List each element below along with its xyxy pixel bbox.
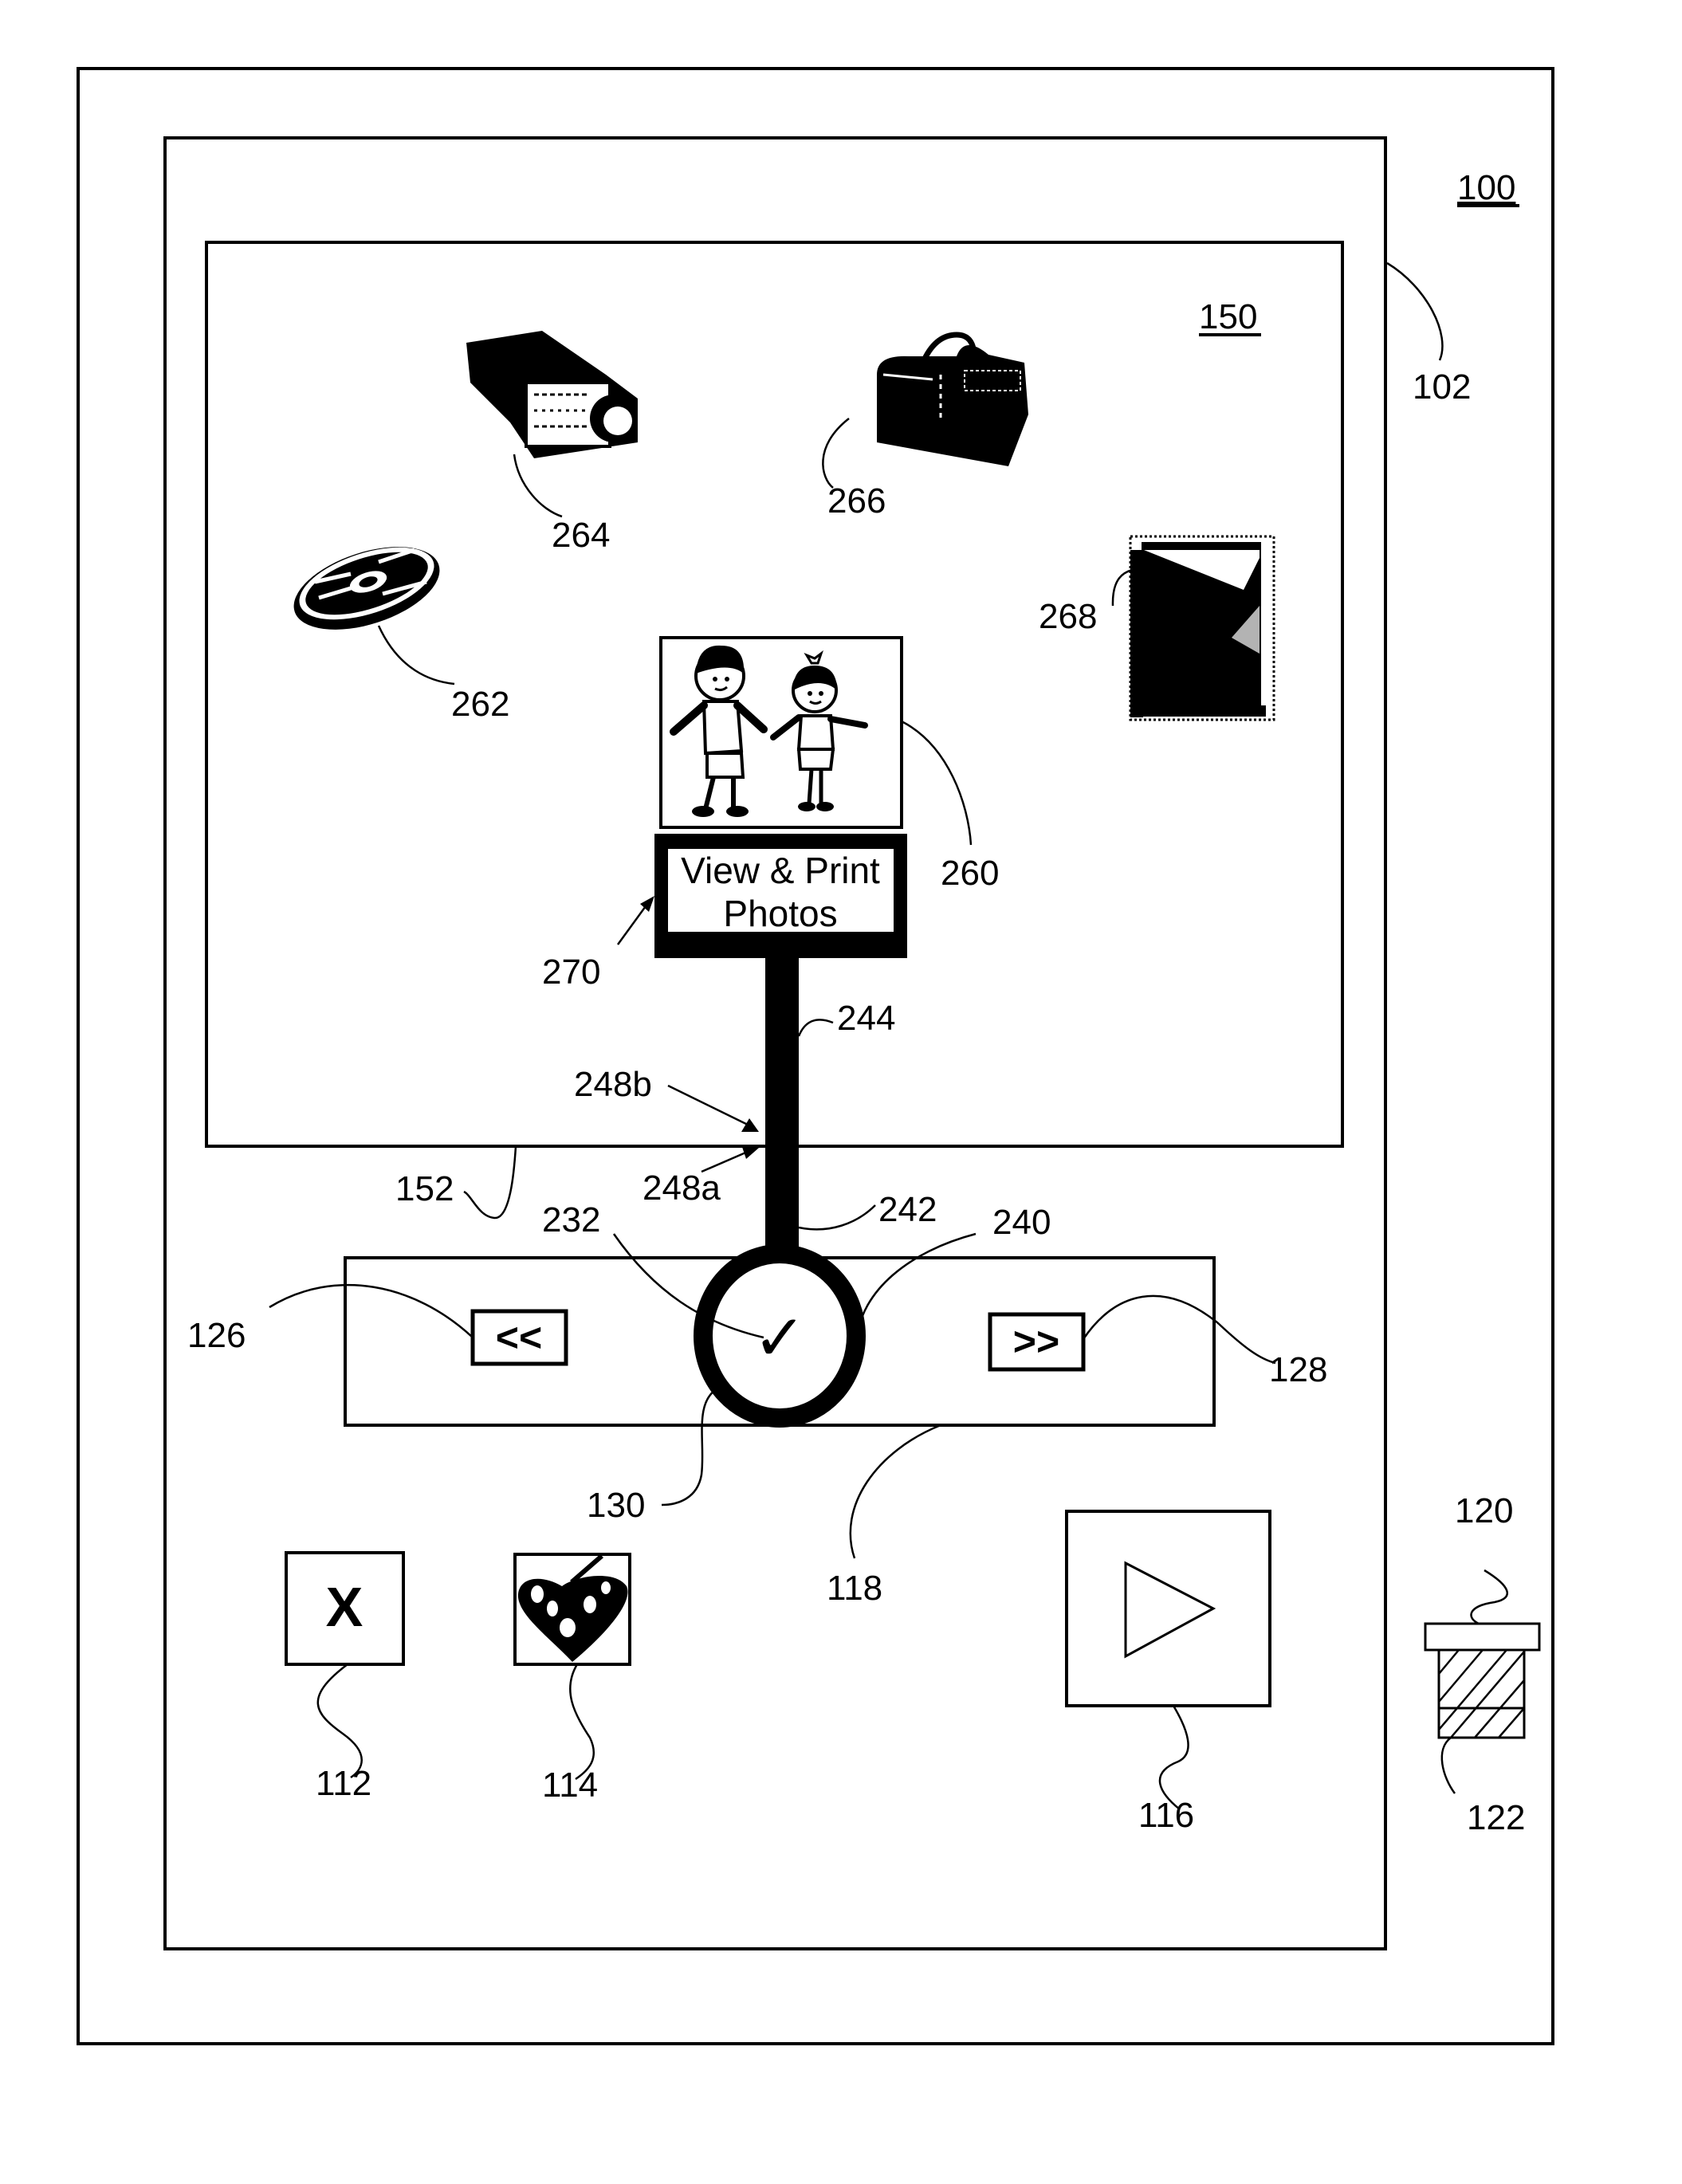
leader-262 [377,625,455,685]
previous-button-label: << [496,1315,542,1360]
view-print-photos-label[interactable]: View & Print Photos [654,834,907,958]
art-palette-button[interactable] [513,1553,631,1666]
leader-128 [1082,1294,1276,1365]
ref-126: 126 [187,1316,246,1355]
ref-266: 266 [827,481,886,520]
ref-152: 152 [395,1169,454,1208]
ref-260: 260 [941,854,999,893]
ref-100: 100 [1457,168,1515,207]
previous-button[interactable]: << [470,1309,568,1366]
ref-264: 264 [552,516,610,555]
leader-102 [1386,261,1444,361]
leader-268 [1111,568,1133,607]
ref-130: 130 [587,1486,645,1525]
toolbox-icon[interactable] [877,332,1028,466]
ref-232: 232 [542,1200,600,1239]
selection-wheel[interactable]: ✓ [694,1244,866,1428]
ref-128: 128 [1269,1350,1327,1389]
next-button[interactable]: >> [988,1312,1086,1372]
ref-112: 112 [316,1764,371,1803]
leader-126 [269,1283,474,1338]
selector-stem [765,956,799,1263]
leader-120 [1470,1569,1508,1625]
leader-242 [798,1204,876,1231]
projector-icon[interactable] [466,331,638,458]
ref-262: 262 [451,685,509,724]
leader-240 [855,1232,977,1340]
close-button[interactable]: X [285,1551,405,1666]
port-connector[interactable] [1424,1622,1541,1739]
ref-122: 122 [1467,1798,1525,1837]
leader-122 [1440,1737,1456,1794]
ref-114: 114 [542,1766,598,1805]
leader-130 [661,1387,718,1506]
ref-268: 268 [1039,597,1097,636]
leader-152 [463,1145,517,1220]
checkmark-icon: ✓ [753,1301,806,1375]
ref-270: 270 [542,953,600,992]
arrow-248b [667,1084,750,1127]
arrow-248a [701,1149,750,1173]
leader-260 [901,720,973,846]
leader-118 [849,1424,941,1559]
ref-240: 240 [992,1203,1051,1242]
kids-picture-icon[interactable] [659,636,903,829]
close-icon: X [326,1576,364,1638]
ref-248a: 248a [643,1169,721,1208]
label-line2: Photos [723,893,837,934]
ref-244: 244 [837,999,895,1038]
ref-150: 150 [1199,297,1257,336]
play-button[interactable] [1065,1510,1271,1707]
ref-102: 102 [1413,367,1471,407]
outer-boundary [77,67,1554,2045]
disc-icon[interactable] [284,531,450,646]
ref-118: 118 [827,1569,882,1608]
ref-248b: 248b [574,1065,652,1104]
leader-114 [569,1664,595,1781]
ref-242: 242 [878,1190,937,1229]
leader-264 [513,454,563,518]
leader-112 [316,1664,363,1779]
photo-icon[interactable] [1129,535,1275,721]
label-line1: View & Print [681,850,880,891]
next-button-label: >> [1013,1319,1059,1364]
ref-120: 120 [1455,1491,1513,1530]
ref-116: 116 [1138,1796,1194,1835]
leader-116 [1158,1705,1189,1810]
arrowhead-248b [741,1118,759,1132]
leader-266 [822,418,850,489]
leader-244 [797,1019,834,1037]
patent-figure: 100 102 150 264 266 262 268 260 View & P… [77,67,1554,2045]
